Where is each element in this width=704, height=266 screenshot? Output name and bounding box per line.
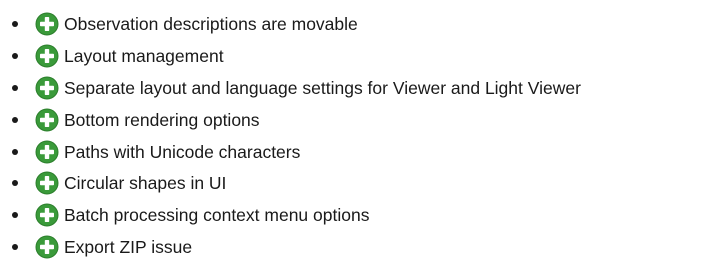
list-item-label: Export ZIP issue	[64, 237, 193, 258]
bullet-icon	[12, 148, 18, 155]
plus-icon	[35, 12, 59, 36]
list-item-label: Layout management	[64, 45, 224, 66]
bullet-icon	[12, 84, 18, 91]
list-item-label: Separate layout and language settings fo…	[64, 77, 581, 98]
list-item-label: Observation descriptions are movable	[64, 13, 358, 34]
plus-icon	[35, 203, 59, 227]
plus-icon	[35, 76, 59, 100]
bullet-icon	[12, 116, 18, 123]
bullet-icon	[12, 52, 18, 59]
plus-icon	[35, 140, 59, 163]
plus-icon	[35, 108, 59, 132]
list-item-label: Bottom rendering options	[64, 109, 260, 130]
plus-icon	[35, 171, 59, 195]
bullet-icon	[12, 212, 18, 219]
list-item-label: Paths with Unicode characters	[64, 141, 301, 162]
plus-icon	[35, 44, 59, 68]
bullet-icon	[12, 20, 18, 27]
list-item-label: Circular shapes in UI	[64, 173, 227, 194]
list-item-label: Batch processing context menu options	[64, 205, 370, 226]
bullet-icon	[12, 244, 18, 251]
plus-icon	[35, 235, 59, 259]
bullet-icon	[12, 180, 18, 187]
